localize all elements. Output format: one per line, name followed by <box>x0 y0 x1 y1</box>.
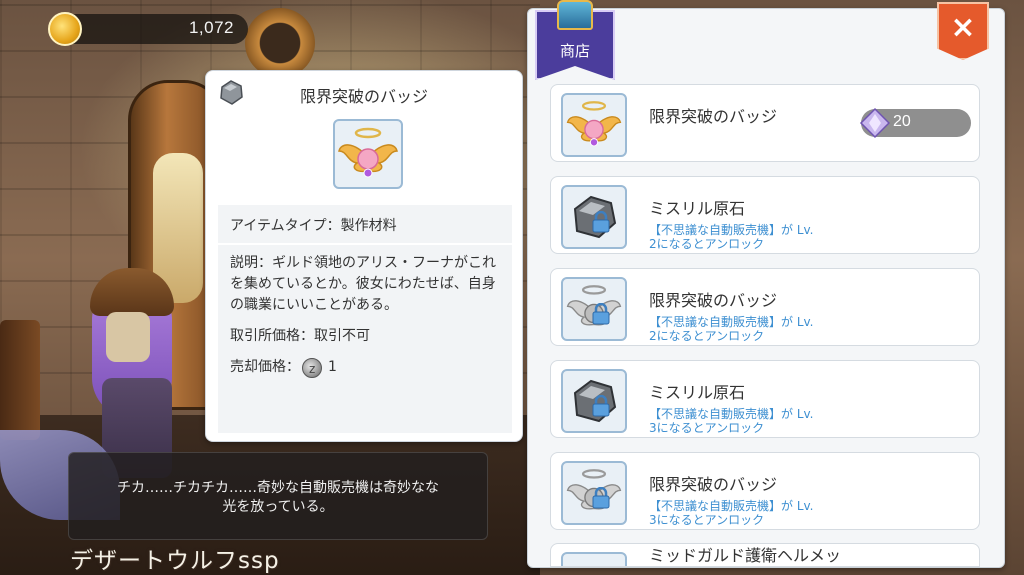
item-info-section: 説明：ギルド領地のアリス・フーナがこれを集めているとか。彼女にわたせば、自身の職… <box>218 245 512 433</box>
gold-coin-icon <box>48 12 82 46</box>
lock-icon <box>592 487 610 509</box>
helmet-icon <box>563 554 625 567</box>
item-detail-image <box>333 119 403 189</box>
lock-icon <box>592 303 610 325</box>
currency-amount: 1,072 <box>188 18 234 37</box>
unlock-requirement: 【不思議な自動販売機】が Lv. 2になるとアンロック <box>649 315 814 343</box>
item-name: ミスリル原石 <box>649 199 746 218</box>
item-name: ミッドガルド護衛ヘルメッ <box>649 546 842 565</box>
item-type-section: アイテムタイプ：製作材料 <box>218 205 512 243</box>
item-name: 限界突破のバッジ <box>649 107 778 126</box>
shop-item-badge[interactable]: 限界突破のバッジ 20 <box>550 84 980 162</box>
item-detail-title: 限界突破のバッジ <box>299 87 428 106</box>
npc-name-label: デザートウルフssp <box>70 548 280 574</box>
winged-badge-icon <box>338 127 398 178</box>
treasure-chest-icon <box>557 0 593 30</box>
trade-price: 取引所価格：取引不可 <box>230 328 370 344</box>
shop-item-badge-locked[interactable]: 限界突破のバッジ 【不思議な自動販売機】が Lv. 2になるとアンロック <box>550 268 980 346</box>
wall-clock <box>245 8 315 78</box>
price-pill: 20 <box>859 107 971 139</box>
shop-item-mithril-ore[interactable]: ミスリル原石 【不思議な自動販売機】が Lv. 2になるとアンロック <box>550 176 980 254</box>
item-slot <box>561 552 627 567</box>
currency-bar: 1,072 <box>48 12 248 46</box>
shop-item-badge-locked-2[interactable]: 限界突破のバッジ 【不思議な自動販売機】が Lv. 3になるとアンロック <box>550 452 980 530</box>
winged-badge-icon <box>566 101 622 147</box>
item-detail-panel: 限界突破のバッジ アイテムタイプ：製作材料 説明：ギルド領地のアリス・フーナがこ… <box>205 70 523 442</box>
zeny-coin-icon <box>302 357 322 380</box>
sell-price-row: 売却価格： 1 <box>230 357 500 380</box>
lock-icon <box>592 395 610 417</box>
unlock-requirement: 【不思議な自動販売機】が Lv. 3になるとアンロック <box>649 407 814 435</box>
shop-title: 商店 <box>559 42 590 60</box>
lock-icon <box>592 211 610 233</box>
dialog-line-1: チカ……チカチカ……奇妙な自動販売機は奇妙なな <box>117 480 439 496</box>
shop-item-mithril-ore-2[interactable]: ミスリル原石 【不思議な自動販売機】が Lv. 3になるとアンロック <box>550 360 980 438</box>
chair <box>0 320 40 440</box>
unlock-requirement: 【不思議な自動販売機】が Lv. 2になるとアンロック <box>649 223 814 251</box>
item-description: 説明：ギルド領地のアリス・フーナがこれを集めているとか。彼女にわたせば、自身の職… <box>230 255 496 313</box>
npc-dialog-box[interactable]: チカ……チカチカ……奇妙な自動販売機は奇妙なな 光を放っている。 <box>68 452 488 540</box>
shop-banner: 商店 <box>535 0 615 80</box>
crystal-gem-icon <box>859 107 891 139</box>
item-name: ミスリル原石 <box>649 383 746 402</box>
sell-price-label: 売却価格： <box>230 359 300 375</box>
close-button[interactable]: × <box>937 2 989 60</box>
item-slot <box>561 93 627 157</box>
sell-price-value: 1 <box>328 359 337 375</box>
item-type: アイテムタイプ：製作材料 <box>230 218 397 234</box>
item-price: 20 <box>893 113 911 130</box>
item-name: 限界突破のバッジ <box>649 291 778 310</box>
item-name: 限界突破のバッジ <box>649 475 778 494</box>
unlock-requirement: 【不思議な自動販売機】が Lv. 3になるとアンロック <box>649 499 814 527</box>
dialog-line-2: 光を放っている。 <box>222 499 334 515</box>
shop-item-helmet[interactable]: ミッドガルド護衛ヘルメッ <box>550 543 980 567</box>
